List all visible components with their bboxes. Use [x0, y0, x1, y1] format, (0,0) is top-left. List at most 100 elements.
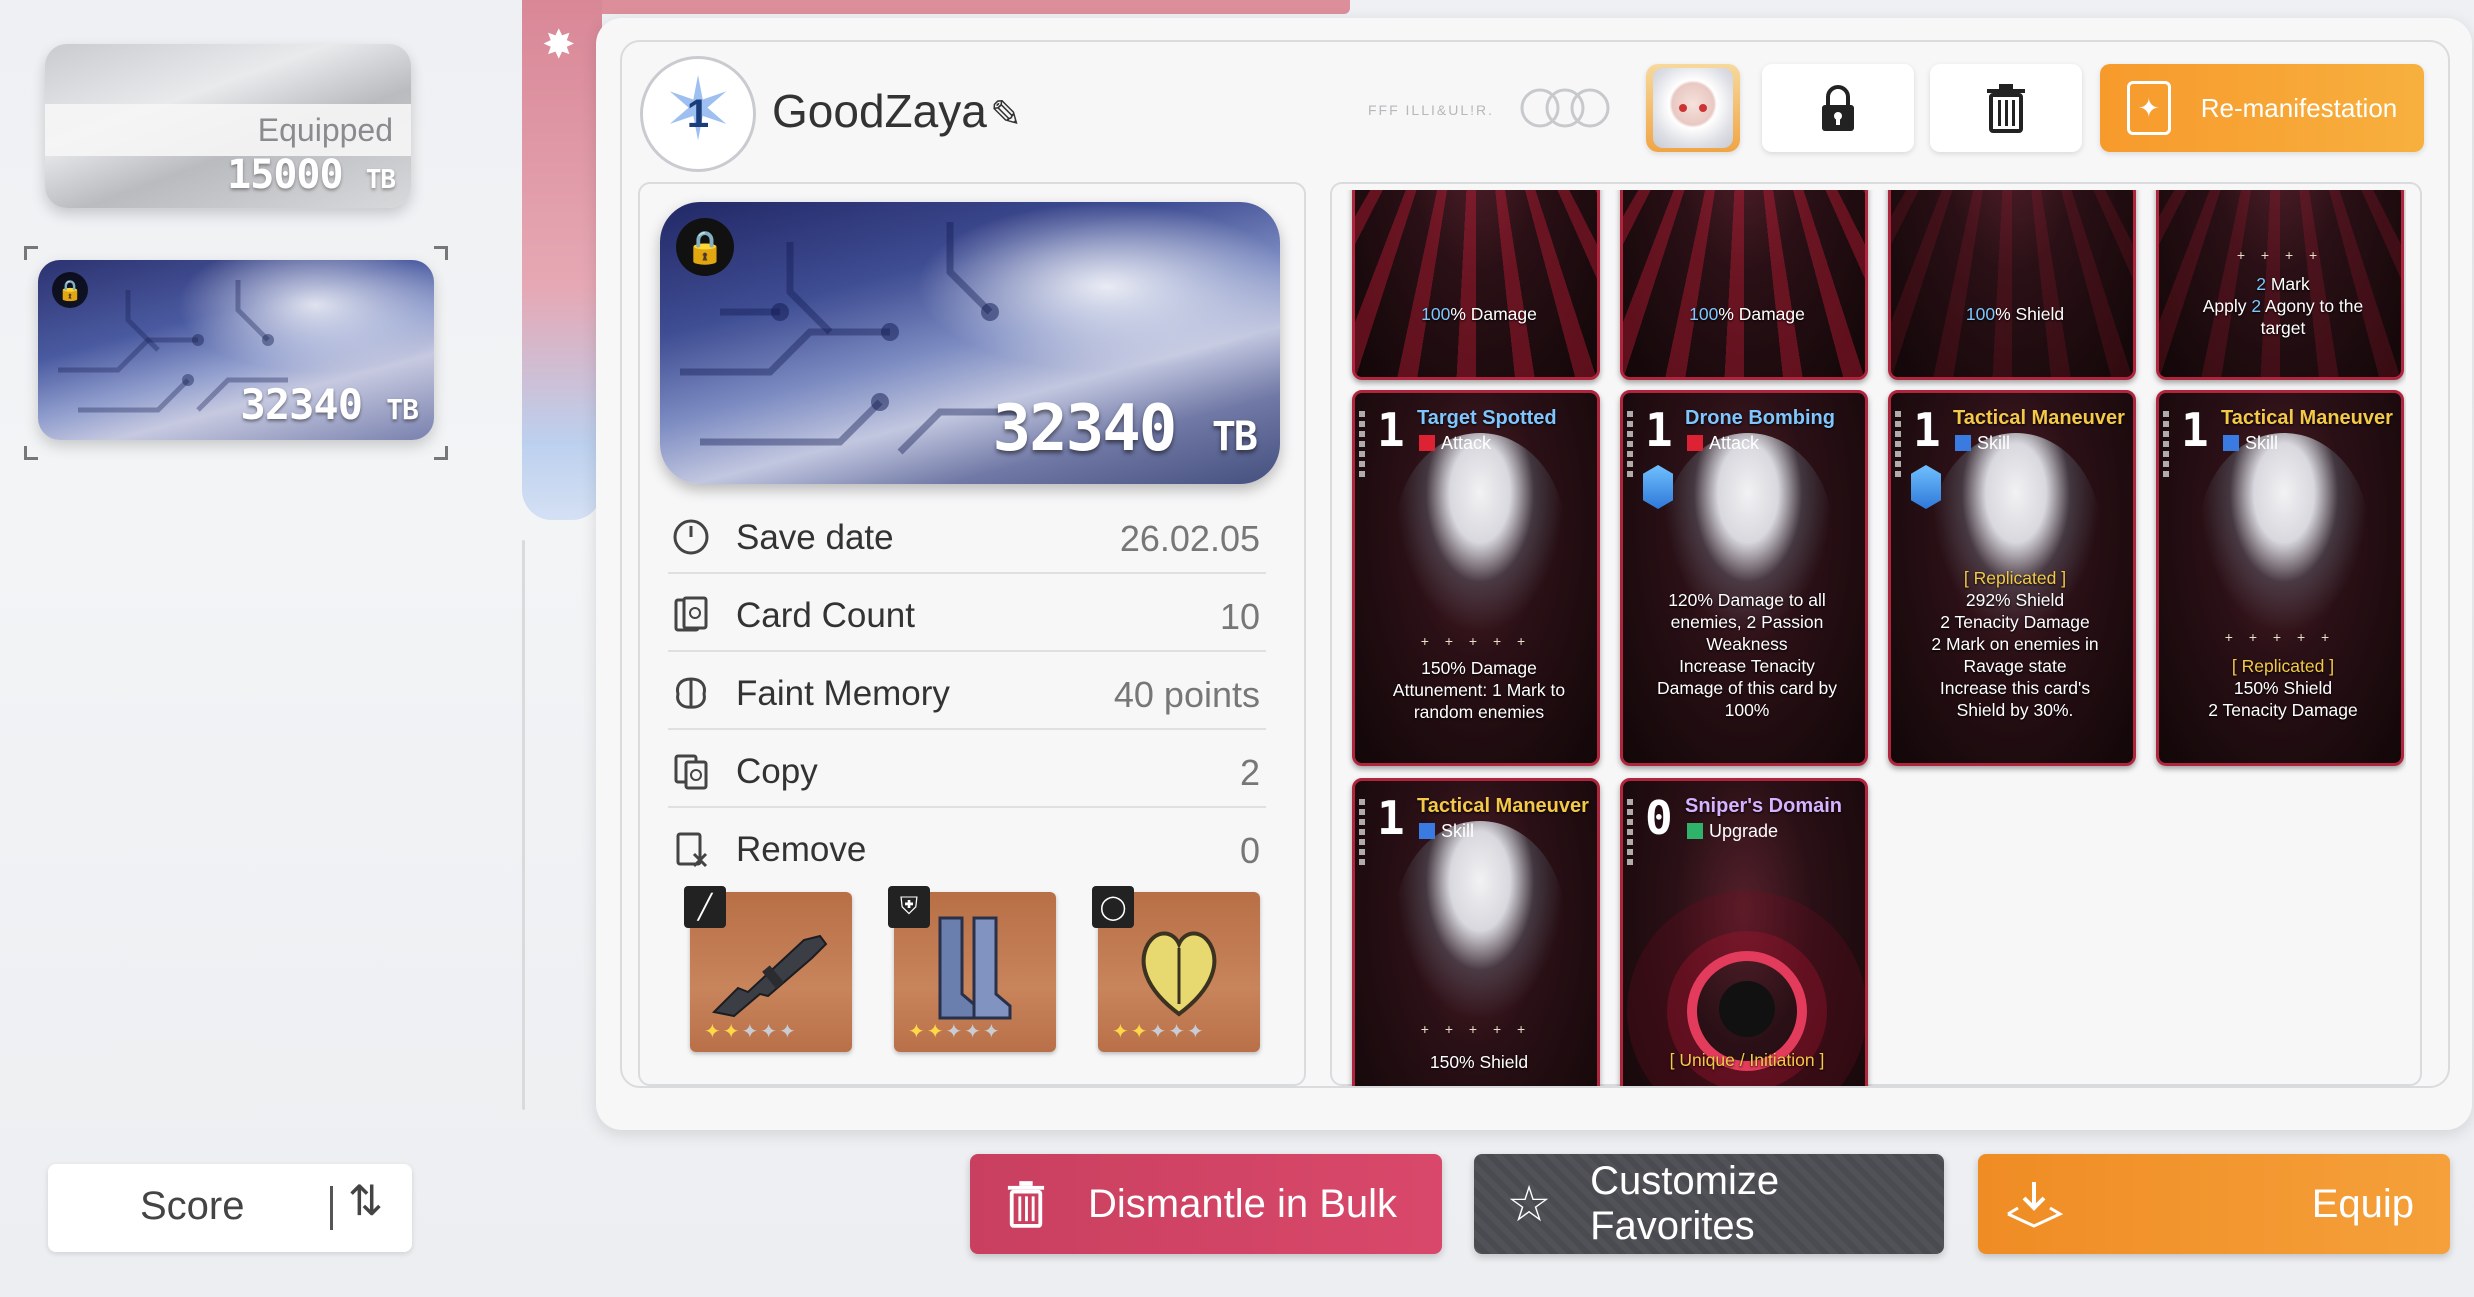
card-name: Tactical Maneuver [2221, 407, 2393, 429]
deck-card[interactable]: 100% Damage [1352, 190, 1600, 380]
star-rating: ✦✦✦✦✦ [1112, 1021, 1206, 1043]
drone-icon [1911, 465, 1941, 509]
copy-icon [674, 754, 708, 790]
armor-icon: ⛨ [888, 886, 930, 928]
rifle-icon [711, 934, 828, 1018]
stat-label: Save date [736, 518, 894, 557]
padlock-icon [1822, 85, 1854, 131]
delete-button[interactable] [1930, 64, 2082, 152]
character-button[interactable] [1646, 64, 1740, 152]
card-type: Skill [1955, 433, 2010, 454]
sort-label: Score [140, 1184, 245, 1228]
stat-value: 40 points [1113, 674, 1260, 715]
deck-card[interactable]: 100% Damage [1620, 190, 1868, 380]
stat-remove: Remove 0 [668, 810, 1266, 886]
rings-icon [1520, 88, 1610, 128]
skill-icon [1419, 823, 1435, 839]
deck-card-drone-bombing[interactable]: 1 Drone Bombing Attack 120% Damage to al… [1620, 390, 1868, 766]
card-sparks: + + + + + [2224, 629, 2336, 645]
card-cost: 1 [1913, 403, 1941, 457]
card-cost: 0 [1645, 791, 1673, 845]
card-side-bar [1627, 799, 1633, 869]
deck-card-tactical-maneuver[interactable]: 1 Tactical Maneuver Skill + + + + + [ Re… [2156, 390, 2404, 766]
slot-value: 15000 TB [227, 152, 396, 198]
card-art [1623, 190, 1865, 377]
card-sparks: + + + + + [1420, 1021, 1532, 1037]
stat-card-count: Card Count 10 [668, 576, 1266, 652]
stat-copy: Copy 2 [668, 732, 1266, 808]
card-art [1395, 821, 1565, 1021]
trash-icon [1987, 84, 2025, 133]
card-sparks: + + + + [2236, 247, 2324, 263]
card-side-bar [1359, 411, 1365, 481]
card-description: [ Replicated ] 292% Shield 2 Tenacity Dama… [1931, 568, 2099, 720]
equipment-slot-ring[interactable]: ◯ ✦✦✦✦✦ [1092, 886, 1260, 1052]
attack-icon [1687, 435, 1703, 451]
customize-favorites-button[interactable]: ☆ Customize Favorites [1474, 1154, 1944, 1254]
card-list[interactable]: 100% Damage 100% Damage 100% Shield + + … [1346, 190, 2406, 1086]
selection-corner [24, 246, 38, 260]
trash-icon [994, 1172, 1058, 1236]
deck-card[interactable]: 100% Shield [1888, 190, 2136, 380]
rank-badge: ✶ 1 [640, 56, 756, 172]
card-description: [ Unique / Initiation ] [1669, 1050, 1825, 1070]
card-name: Target Spotted [1417, 407, 1557, 429]
remove-card-icon [676, 832, 708, 868]
deck-card-tactical-maneuver[interactable]: 1 Tactical Maneuver Skill [ Replicated ]… [1888, 390, 2136, 766]
deck-card-target-spotted[interactable]: 1 Target Spotted Attack + + + + + 150% D… [1352, 390, 1600, 766]
save-slot-selected[interactable]: 🔒 32340 TB [38, 260, 434, 440]
card-sparks: + + + + + [1420, 633, 1532, 649]
card-type: Skill [2223, 433, 2278, 454]
deck-card-snipers-domain[interactable]: 0 Sniper's Domain Upgrade [ Unique / Ini… [1620, 778, 1868, 1086]
equip-download-icon [2002, 1172, 2066, 1236]
card-art [1395, 433, 1565, 633]
card-cost: 1 [1645, 403, 1673, 457]
ring-icon: ◯ [1092, 886, 1134, 928]
pencil-icon[interactable]: ✎ [990, 92, 1022, 137]
slot-status-label: Equipped [257, 112, 393, 148]
stat-label: Faint Memory [736, 674, 950, 713]
dismantle-bulk-button[interactable]: Dismantle in Bulk [970, 1154, 1442, 1254]
selection-corner [434, 246, 448, 260]
selection-corner [24, 446, 38, 460]
equip-button[interactable]: Equip [1978, 1154, 2450, 1254]
card-type: Attack [1419, 433, 1491, 454]
lock-button[interactable] [1762, 64, 1914, 152]
save-slot-equipped[interactable]: Equipped 15000 TB [45, 44, 411, 208]
card-type: Skill [1419, 821, 1474, 842]
brain-icon: ✸ [542, 23, 576, 67]
selection-corner [434, 446, 448, 460]
lock-icon: 🔒 [52, 272, 88, 308]
decor-top-bar [600, 0, 1350, 14]
upgrade-icon [1687, 823, 1703, 839]
card-description: 2 Mark Apply 2 Agony to the target [2202, 274, 2364, 338]
sort-arrows-icon: ⇅ [348, 1177, 384, 1224]
stat-save-date: Save date 26.02.05 [668, 498, 1266, 574]
card-art [1891, 190, 2133, 377]
card-description: 100% Damage [1689, 304, 1805, 324]
skill-icon [1955, 435, 1971, 451]
lock-icon[interactable]: 🔒 [676, 218, 734, 276]
card-description: 100% Damage [1421, 304, 1537, 324]
deck-card[interactable]: + + + + 2 Mark Apply 2 Agony to the targ… [2156, 190, 2404, 380]
gem-heart-icon [1141, 931, 1217, 1017]
card-description: 150% Damage Attunement: 1 Mark to random e… [1392, 658, 1566, 722]
card-name: Tactical Maneuver [1417, 795, 1589, 817]
remanifestation-button[interactable]: ✦ Re-manifestation [2100, 64, 2424, 152]
stat-label: Remove [736, 830, 867, 869]
deck-card-tactical-maneuver[interactable]: 1 Tactical Maneuver Skill + + + + + 150%… [1352, 778, 1600, 1086]
equipment-slot-weapon[interactable]: ╱ ✦✦✦✦✦ [684, 886, 852, 1052]
card-side-bar [1627, 411, 1633, 481]
skill-icon [2223, 435, 2239, 451]
stat-label: Card Count [736, 596, 915, 635]
card-name: Tactical Maneuver [1953, 407, 2125, 429]
drone-icon [1643, 465, 1673, 509]
deck-value-card: 🔒 32340 TB [660, 202, 1280, 484]
sort-button[interactable]: Score ⇅ [48, 1164, 412, 1252]
star-rating: ✦✦✦✦✦ [908, 1021, 1002, 1043]
stat-value: 0 [1239, 830, 1260, 871]
target-center [1719, 981, 1775, 1037]
equipment-slot-armor[interactable]: ⛨ ✦✦✦✦✦ [888, 886, 1056, 1052]
divider [330, 1186, 333, 1230]
character-portrait-icon [1653, 68, 1733, 148]
